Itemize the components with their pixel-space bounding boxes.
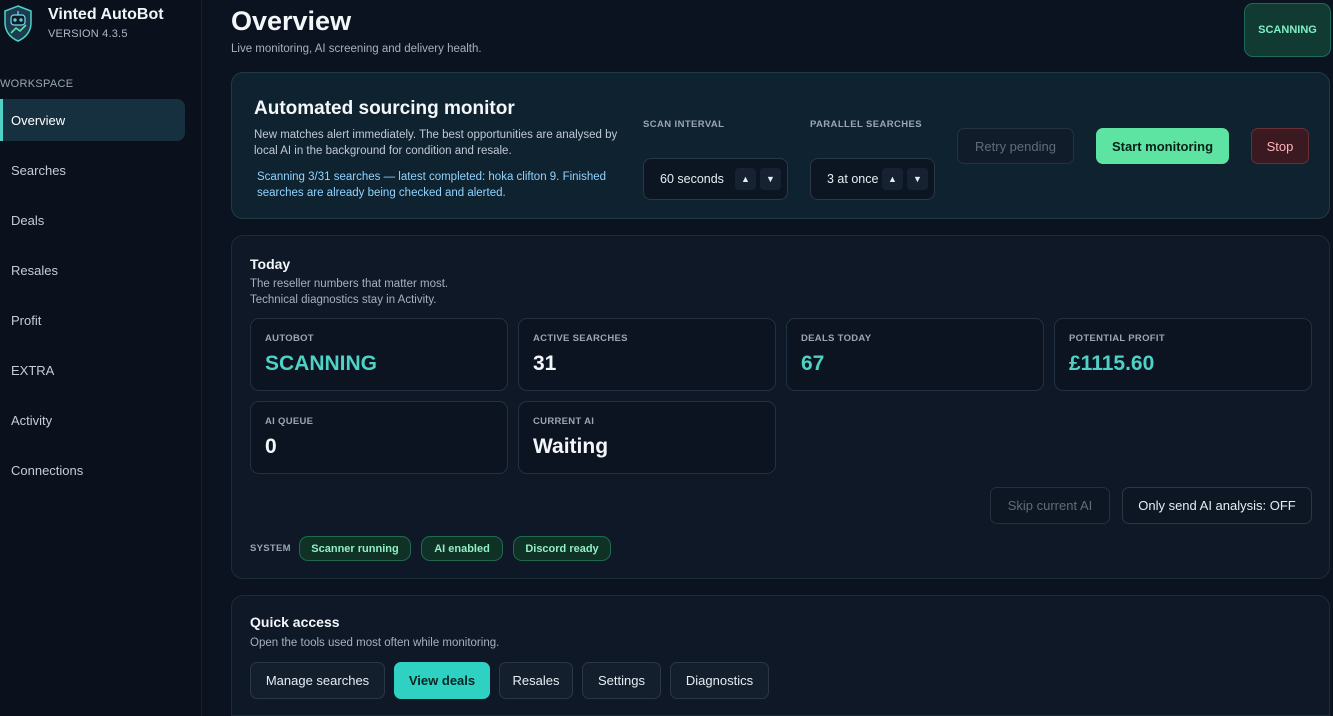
status-badge-ai: AI enabled xyxy=(421,536,503,561)
robot-shield-logo xyxy=(4,5,32,42)
quick-access-subtitle: Open the tools used most often while mon… xyxy=(250,637,500,649)
scan-interval-value: 60 seconds xyxy=(660,172,724,186)
quick-access-card: Quick access Open the tools used most of… xyxy=(231,595,1330,716)
system-label: SYSTEM xyxy=(250,543,291,554)
metric-value: 31 xyxy=(533,352,557,375)
resales-button[interactable]: Resales xyxy=(499,662,573,699)
monitor-title: Automated sourcing monitor xyxy=(254,98,515,119)
metric-autobot: AUTOBOT SCANNING xyxy=(250,318,508,391)
stop-button[interactable]: Stop xyxy=(1251,128,1309,164)
metric-label: AUTOBOT xyxy=(265,333,314,344)
metric-potential-profit: POTENTIAL PROFIT £1115.60 xyxy=(1054,318,1312,391)
app-version: VERSION 4.3.5 xyxy=(48,28,128,40)
parallel-searches-label: PARALLEL SEARCHES xyxy=(810,119,923,130)
today-card: Today The reseller numbers that matter m… xyxy=(231,235,1330,579)
increment-icon[interactable]: ▲ xyxy=(735,168,756,190)
manage-searches-button[interactable]: Manage searches xyxy=(250,662,385,699)
skip-current-ai-button[interactable]: Skip current AI xyxy=(990,487,1110,524)
metric-active-searches: ACTIVE SEARCHES 31 xyxy=(518,318,776,391)
metric-label: AI QUEUE xyxy=(265,416,314,427)
parallel-searches-stepper[interactable]: 3 at once ▲ ▼ xyxy=(810,158,935,200)
sidebar-item-profit[interactable]: Profit xyxy=(0,299,185,341)
monitor-status-text: Scanning 3/31 searches — latest complete… xyxy=(257,171,607,199)
sidebar-nav: Overview Searches Deals Resales Profit E… xyxy=(0,99,185,499)
sidebar: Vinted AutoBot VERSION 4.3.5 WORKSPACE O… xyxy=(0,0,202,716)
sidebar-item-activity[interactable]: Activity xyxy=(0,399,185,441)
quick-access-title: Quick access xyxy=(250,614,340,630)
view-deals-button[interactable]: View deals xyxy=(394,662,490,699)
brand: Vinted AutoBot VERSION 4.3.5 xyxy=(3,4,164,42)
metric-value: 0 xyxy=(265,435,277,458)
only-send-ai-analysis-toggle[interactable]: Only send AI analysis: OFF xyxy=(1122,487,1312,524)
sidebar-item-searches[interactable]: Searches xyxy=(0,149,185,191)
sidebar-item-connections[interactable]: Connections xyxy=(0,449,185,491)
status-badge-discord: Discord ready xyxy=(513,536,611,561)
metric-deals-today: DEALS TODAY 67 xyxy=(786,318,1044,391)
scan-interval-stepper[interactable]: 60 seconds ▲ ▼ xyxy=(643,158,788,200)
metric-label: POTENTIAL PROFIT xyxy=(1069,333,1165,344)
sidebar-item-extra[interactable]: EXTRA xyxy=(0,349,185,391)
metric-value: SCANNING xyxy=(265,352,378,375)
metric-label: CURRENT AI xyxy=(533,416,595,427)
status-badge-scanner: Scanner running xyxy=(299,536,411,561)
page-subtitle: Live monitoring, AI screening and delive… xyxy=(231,43,482,55)
parallel-searches-value: 3 at once xyxy=(827,172,879,186)
app-title: Vinted AutoBot xyxy=(48,6,164,23)
metric-label: DEALS TODAY xyxy=(801,333,872,344)
metric-ai-queue: AI QUEUE 0 xyxy=(250,401,508,474)
metric-value: Waiting xyxy=(533,435,609,458)
today-subtitle-2: Technical diagnostics stay in Activity. xyxy=(250,294,437,306)
decrement-icon[interactable]: ▼ xyxy=(760,168,781,190)
scan-interval-label: SCAN INTERVAL xyxy=(643,119,725,130)
monitor-description: New matches alert immediately. The best … xyxy=(254,129,618,157)
sidebar-item-resales[interactable]: Resales xyxy=(0,249,185,291)
today-title: Today xyxy=(250,256,291,272)
metric-label: ACTIVE SEARCHES xyxy=(533,333,628,344)
sidebar-item-deals[interactable]: Deals xyxy=(0,199,185,241)
today-subtitle-1: The reseller numbers that matter most. xyxy=(250,278,449,290)
metric-value: 67 xyxy=(801,352,825,375)
settings-button[interactable]: Settings xyxy=(582,662,661,699)
page-title: Overview xyxy=(231,6,352,36)
metric-current-ai: CURRENT AI Waiting xyxy=(518,401,776,474)
decrement-icon[interactable]: ▼ xyxy=(907,168,928,190)
workspace-label: WORKSPACE xyxy=(0,78,74,90)
monitor-card: Automated sourcing monitor New matches a… xyxy=(231,72,1330,219)
status-badge: SCANNING xyxy=(1244,3,1331,57)
diagnostics-button[interactable]: Diagnostics xyxy=(670,662,769,699)
start-monitoring-button[interactable]: Start monitoring xyxy=(1096,128,1229,164)
retry-pending-button[interactable]: Retry pending xyxy=(957,128,1074,164)
increment-icon[interactable]: ▲ xyxy=(882,168,903,190)
sidebar-item-overview[interactable]: Overview xyxy=(0,99,185,141)
metric-value: £1115.60 xyxy=(1069,352,1155,375)
